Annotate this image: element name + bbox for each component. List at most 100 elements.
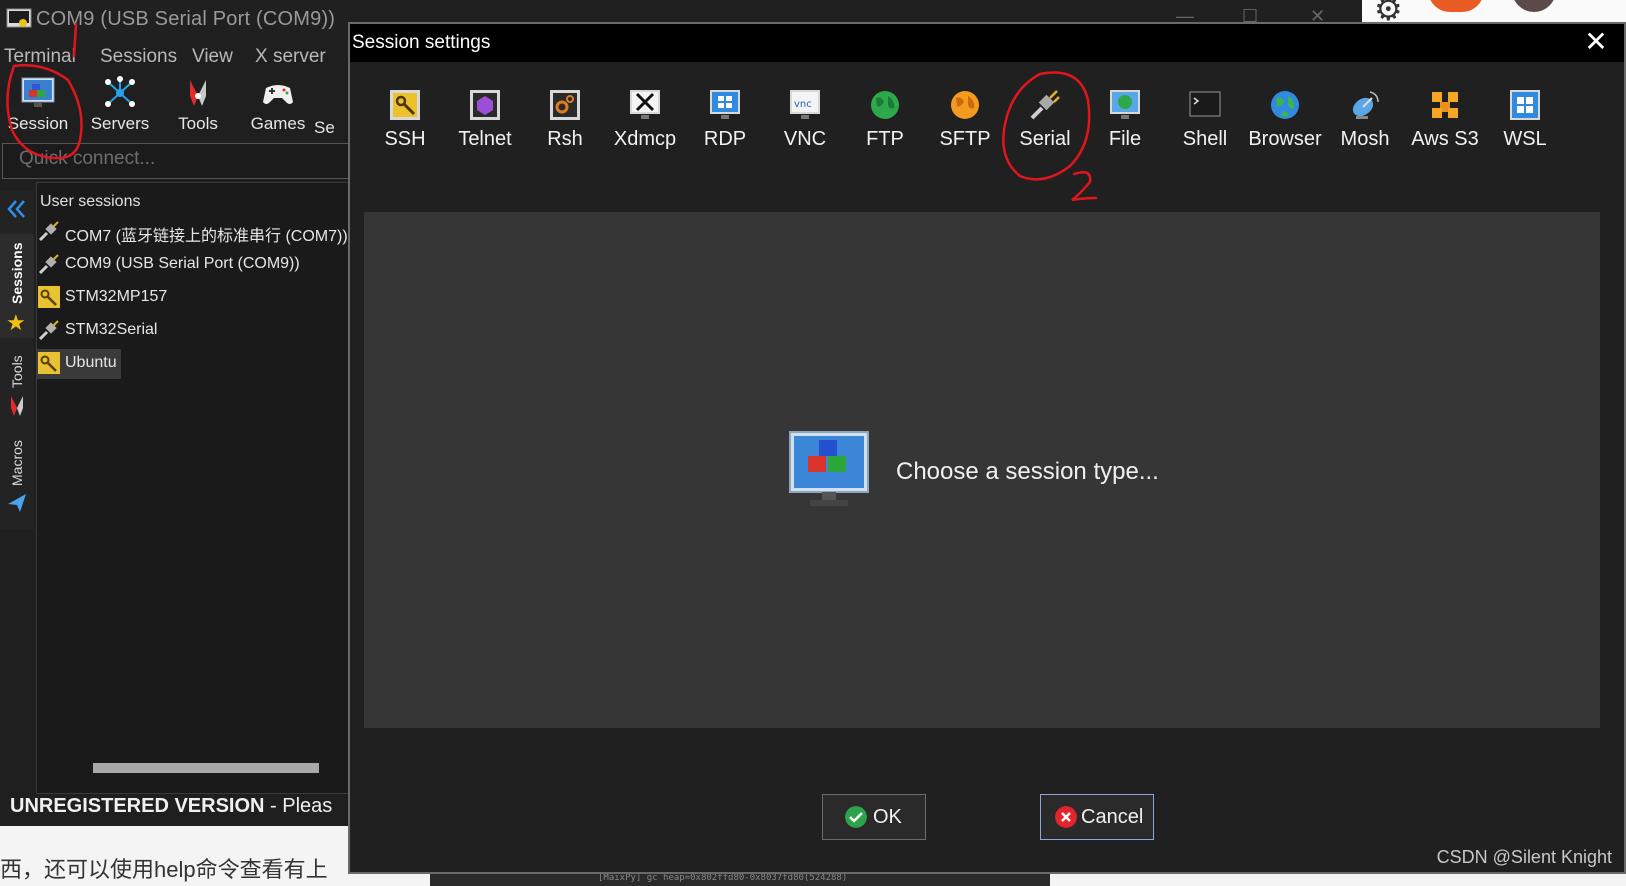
orange-badge xyxy=(1428,0,1484,12)
cancel-button[interactable]: Cancel xyxy=(1040,794,1154,840)
file-icon xyxy=(1110,90,1140,119)
paper-plane-icon xyxy=(8,494,26,512)
session-type-telnet[interactable]: Telnet xyxy=(446,84,524,174)
tools-button[interactable]: Tools xyxy=(160,74,236,140)
tab-tools-label: Tools xyxy=(9,355,25,388)
tab-macros-label: Macros xyxy=(9,440,25,486)
rdp-icon xyxy=(710,90,740,119)
ftp-globe-icon xyxy=(871,91,899,119)
wsl-windows-icon xyxy=(1510,90,1540,120)
session-type-mosh[interactable]: Mosh xyxy=(1326,84,1404,174)
unregistered-suffix: - Pleas xyxy=(264,795,333,817)
ssh-key-icon xyxy=(38,286,60,308)
session-type-ssh[interactable]: SSH xyxy=(366,84,444,174)
session-type-label: SSH xyxy=(384,128,426,150)
session-type-vnc[interactable]: vnc VNC xyxy=(766,84,844,174)
session-button-label: Session xyxy=(7,114,69,133)
menu-terminal[interactable]: Terminal xyxy=(4,46,76,68)
cancel-x-icon xyxy=(1055,806,1077,828)
user-sessions-header: User sessions xyxy=(40,193,141,210)
settings-button-label: Se xyxy=(314,118,335,137)
session-item-label: COM9 (USB Serial Port (COM9)) xyxy=(65,255,300,272)
session-type-label: Telnet xyxy=(458,128,512,150)
dialog-titlebar: Session settings ✕ xyxy=(350,24,1624,62)
quick-connect-input[interactable]: Quick connect... xyxy=(2,143,352,179)
session-type-xdmcp[interactable]: Xdmcp xyxy=(606,84,684,174)
ok-button[interactable]: OK xyxy=(822,794,926,840)
session-item-ubuntu[interactable]: Ubuntu xyxy=(37,349,121,379)
horizontal-scrollbar[interactable] xyxy=(93,763,319,773)
tools-small-icon xyxy=(11,396,23,416)
serial-plug-icon xyxy=(38,254,59,275)
serial-plug-icon xyxy=(38,221,59,242)
double-chevron-left-icon xyxy=(7,200,25,218)
dialog-close-icon[interactable]: ✕ xyxy=(1582,28,1610,56)
session-type-label: Serial xyxy=(1019,128,1071,150)
servers-icon xyxy=(105,76,135,107)
session-type-label: RDP xyxy=(703,128,747,150)
serial-plug-icon xyxy=(1030,90,1060,120)
games-icon xyxy=(263,85,293,104)
tab-tools[interactable]: Tools xyxy=(0,342,34,426)
menu-view[interactable]: View xyxy=(192,46,233,68)
gear-icon[interactable]: ⚙ xyxy=(1374,0,1410,27)
session-type-serial[interactable]: Serial xyxy=(1006,84,1084,174)
tools-button-label: Tools xyxy=(178,114,218,133)
side-rail: Sessions ★ Tools Macros xyxy=(0,190,34,530)
session-type-sftp[interactable]: SFTP xyxy=(926,84,1004,174)
games-button-label: Games xyxy=(250,114,306,133)
svg-text:vnc: vnc xyxy=(794,99,812,110)
main-window-title: COM9 (USB Serial Port (COM9)) xyxy=(36,8,336,30)
session-type-ftp[interactable]: FTP xyxy=(846,84,924,174)
unregistered-label: UNREGISTERED VERSION xyxy=(10,795,265,817)
session-settings-dialog: Session settings ✕ SSH Telnet Rsh Xdmcp … xyxy=(348,22,1626,874)
session-type-label: Browser xyxy=(1248,128,1322,150)
session-type-shell[interactable]: Shell xyxy=(1166,84,1244,174)
games-button[interactable]: Games xyxy=(240,74,316,140)
background-console-strip: [MaixPy] gc heap=0x802ffd80-0x8037fd80(5… xyxy=(430,872,1050,886)
session-type-label: SFTP xyxy=(939,128,991,150)
session-type-file[interactable]: File xyxy=(1086,84,1164,174)
session-type-wsl[interactable]: WSL xyxy=(1486,84,1564,174)
session-item-label: STM32MP157 xyxy=(65,288,168,305)
menu-sessions[interactable]: Sessions xyxy=(100,46,177,68)
browser-corner-area: ⚙ xyxy=(1362,0,1626,27)
menu-x-server[interactable]: X server xyxy=(255,46,326,68)
avatar[interactable] xyxy=(1512,0,1556,12)
session-type-rdp[interactable]: RDP xyxy=(686,84,764,174)
ssh-key-icon xyxy=(390,90,420,120)
ok-button-label: OK xyxy=(873,806,902,828)
tab-macros[interactable]: Macros xyxy=(0,430,34,526)
session-type-label: WSL xyxy=(1503,128,1547,150)
browser-globe-icon xyxy=(1271,91,1299,119)
session-type-browser[interactable]: Browser xyxy=(1246,84,1324,174)
dialog-title: Session settings xyxy=(352,32,491,53)
xdmcp-icon xyxy=(630,90,660,119)
ssh-key-icon xyxy=(38,352,60,374)
tab-sessions-label: Sessions xyxy=(9,242,25,304)
session-type-label: Shell xyxy=(1182,128,1228,150)
background-article-text: 西，还可以使用help命令查看有上 xyxy=(0,857,328,882)
vnc-icon: vnc xyxy=(790,90,820,119)
session-type-label: Aws S3 xyxy=(1411,128,1479,150)
collapse-sidebar-button[interactable] xyxy=(0,196,34,222)
servers-button-label: Servers xyxy=(90,114,150,133)
mosh-satellite-icon xyxy=(1352,91,1379,119)
tools-icon xyxy=(190,80,206,106)
mobaxterm-app-icon xyxy=(6,8,32,28)
shell-icon xyxy=(1189,91,1221,117)
session-button[interactable]: Session xyxy=(0,74,76,140)
check-icon xyxy=(845,806,867,828)
star-icon: ★ xyxy=(6,310,26,335)
cancel-button-label: Cancel xyxy=(1081,806,1144,828)
session-icon xyxy=(21,77,55,107)
session-type-label: Mosh xyxy=(1340,128,1390,150)
session-type-rsh[interactable]: Rsh xyxy=(526,84,604,174)
session-type-aws-s3[interactable]: Aws S3 xyxy=(1406,84,1484,174)
servers-button[interactable]: Servers xyxy=(82,74,158,140)
session-cubes-monitor-icon xyxy=(789,431,869,506)
session-item-label: COM7 (蓝牙链接上的标准串行 (COM7)) xyxy=(65,228,348,245)
session-type-bar: SSH Telnet Rsh Xdmcp RDP vnc VNC FTP SFT xyxy=(350,84,1624,184)
session-type-label: File xyxy=(1108,128,1142,150)
tab-sessions[interactable]: Sessions ★ xyxy=(0,234,34,338)
